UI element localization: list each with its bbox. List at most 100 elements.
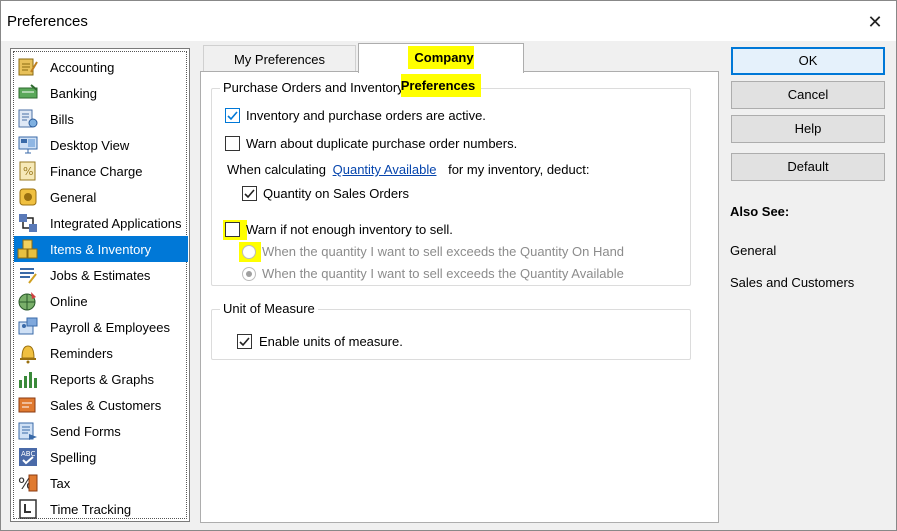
category-label: Sales & Customers	[50, 398, 162, 413]
warn-duplicate-label: Warn about duplicate purchase order numb…	[246, 136, 518, 151]
tab-company-preferences[interactable]: Company Preferences	[358, 43, 524, 97]
category-item-time-tracking[interactable]: Time Tracking	[14, 496, 188, 522]
category-label: Banking	[50, 86, 97, 101]
desktop-view-icon	[18, 136, 38, 154]
default-button[interactable]: Default	[731, 153, 885, 181]
enable-units-label: Enable units of measure.	[259, 334, 403, 349]
category-item-items-inventory[interactable]: Items & Inventory	[14, 236, 188, 262]
general-icon	[19, 188, 37, 206]
close-icon[interactable]: ✕	[859, 9, 891, 35]
reminders-icon	[20, 345, 36, 364]
checkmark-icon	[244, 189, 255, 199]
sales-customers-icon	[18, 397, 36, 413]
title-bar: Preferences ✕	[1, 1, 896, 41]
quantity-available-link[interactable]: Quantity Available	[333, 162, 437, 177]
category-item-spelling[interactable]: ABC Spelling	[14, 444, 188, 470]
accounting-icon	[18, 58, 38, 76]
category-item-online[interactable]: Online	[14, 288, 188, 314]
qty-sales-orders-label: Quantity on Sales Orders	[263, 186, 409, 201]
unit-of-measure-group: Unit of Measure Enable units of measure.	[211, 301, 691, 360]
preferences-dialog: Preferences ✕ Accounting Banking Bills D…	[0, 0, 897, 531]
category-label: Finance Charge	[50, 164, 143, 179]
category-list[interactable]: Accounting Banking Bills Desktop View % …	[10, 48, 190, 522]
banking-icon	[18, 84, 38, 99]
tab-label: Company Preferences	[400, 46, 482, 97]
warn-not-enough-checkbox[interactable]	[225, 222, 240, 237]
svg-text:ABC: ABC	[21, 450, 35, 458]
warn-not-enough-label: Warn if not enough inventory to sell.	[246, 222, 453, 237]
radio-on-hand[interactable]	[242, 245, 256, 259]
category-label: Payroll & Employees	[50, 320, 170, 335]
category-label: Integrated Applications	[50, 216, 182, 231]
bills-icon	[18, 109, 38, 128]
company-preferences-page: Purchase Orders and Inventory Inventory …	[200, 71, 719, 523]
radio-available[interactable]	[242, 267, 256, 281]
category-item-payroll-employees[interactable]: Payroll & Employees	[14, 314, 188, 340]
warn-duplicate-checkbox[interactable]	[225, 136, 240, 151]
category-item-sales-customers[interactable]: Sales & Customers	[14, 392, 188, 418]
window-title: Preferences	[7, 13, 88, 30]
tax-icon: %	[18, 474, 38, 493]
finance-charge-icon: %	[19, 161, 36, 181]
purchase-orders-group: Purchase Orders and Inventory Inventory …	[211, 80, 691, 286]
enable-units-checkbox[interactable]	[237, 334, 252, 349]
time-tracking-icon	[19, 499, 37, 519]
preferences-tabs: My Preferences Company Preferences Purch…	[200, 43, 719, 523]
inventory-active-checkbox[interactable]	[225, 108, 240, 123]
category-label: Jobs & Estimates	[50, 268, 151, 283]
category-item-accounting[interactable]: Accounting	[14, 54, 188, 80]
group-title: Purchase Orders and Inventory	[220, 80, 407, 95]
online-icon	[18, 292, 36, 311]
category-item-bills[interactable]: Bills	[14, 106, 188, 132]
ok-button[interactable]: OK	[731, 47, 885, 75]
group-title: Unit of Measure	[220, 301, 318, 316]
category-label: Spelling	[50, 450, 97, 465]
category-item-jobs-estimates[interactable]: Jobs & Estimates	[14, 262, 188, 288]
category-label: Bills	[50, 112, 74, 127]
svg-text:%: %	[23, 165, 33, 178]
checkmark-icon	[239, 337, 250, 347]
category-item-reminders[interactable]: Reminders	[14, 340, 188, 366]
items-inventory-icon	[17, 239, 38, 259]
category-label: Accounting	[50, 60, 115, 75]
cancel-button[interactable]: Cancel	[731, 81, 885, 109]
qty-sales-orders-checkbox[interactable]	[242, 186, 257, 201]
radio-available-label: When the quantity I want to sell exceeds…	[262, 266, 624, 281]
category-label: Time Tracking	[50, 502, 132, 517]
help-button[interactable]: Help	[731, 115, 885, 143]
category-label: Send Forms	[50, 424, 121, 439]
category-item-general[interactable]: General	[14, 184, 188, 210]
category-item-banking[interactable]: Banking	[14, 80, 188, 106]
category-label: Desktop View	[50, 138, 130, 153]
payroll-icon	[18, 317, 38, 335]
also-see-general-link[interactable]: General	[730, 243, 776, 258]
calc-suffix: for my inventory, deduct:	[448, 162, 590, 177]
calc-text-row: When calculating Quantity Available for …	[227, 162, 589, 177]
also-see-sales-customers-link[interactable]: Sales and Customers	[730, 275, 854, 290]
inventory-active-label: Inventory and purchase orders are active…	[246, 108, 486, 123]
also-see-title: Also See:	[730, 204, 790, 219]
category-item-finance-charge[interactable]: % Finance Charge	[14, 158, 188, 184]
category-item-send-forms[interactable]: Send Forms	[14, 418, 188, 444]
category-label: Items & Inventory	[50, 242, 152, 257]
category-label: General	[50, 190, 97, 205]
integrated-apps-icon	[19, 214, 37, 232]
category-item-reports-graphs[interactable]: Reports & Graphs	[14, 366, 188, 392]
reports-graphs-icon	[19, 372, 37, 388]
category-item-desktop-view[interactable]: Desktop View	[14, 132, 188, 158]
send-forms-icon	[18, 422, 37, 440]
category-item-integrated-applications[interactable]: Integrated Applications	[14, 210, 188, 236]
category-label: Online	[50, 294, 88, 309]
radio-selected-dot	[246, 271, 252, 277]
category-list-focus-frame: Accounting Banking Bills Desktop View % …	[13, 51, 188, 522]
category-item-tax[interactable]: % Tax	[14, 470, 188, 496]
calc-prefix: When calculating	[227, 162, 326, 177]
checkmark-icon	[227, 111, 238, 121]
category-label: Reminders	[50, 346, 113, 361]
tab-label: My Preferences	[233, 52, 326, 67]
category-label: Tax	[50, 476, 71, 491]
tab-my-preferences[interactable]: My Preferences	[203, 45, 356, 71]
jobs-estimates-icon	[20, 268, 37, 284]
spelling-icon: ABC	[19, 448, 37, 466]
category-label: Reports & Graphs	[50, 372, 155, 387]
